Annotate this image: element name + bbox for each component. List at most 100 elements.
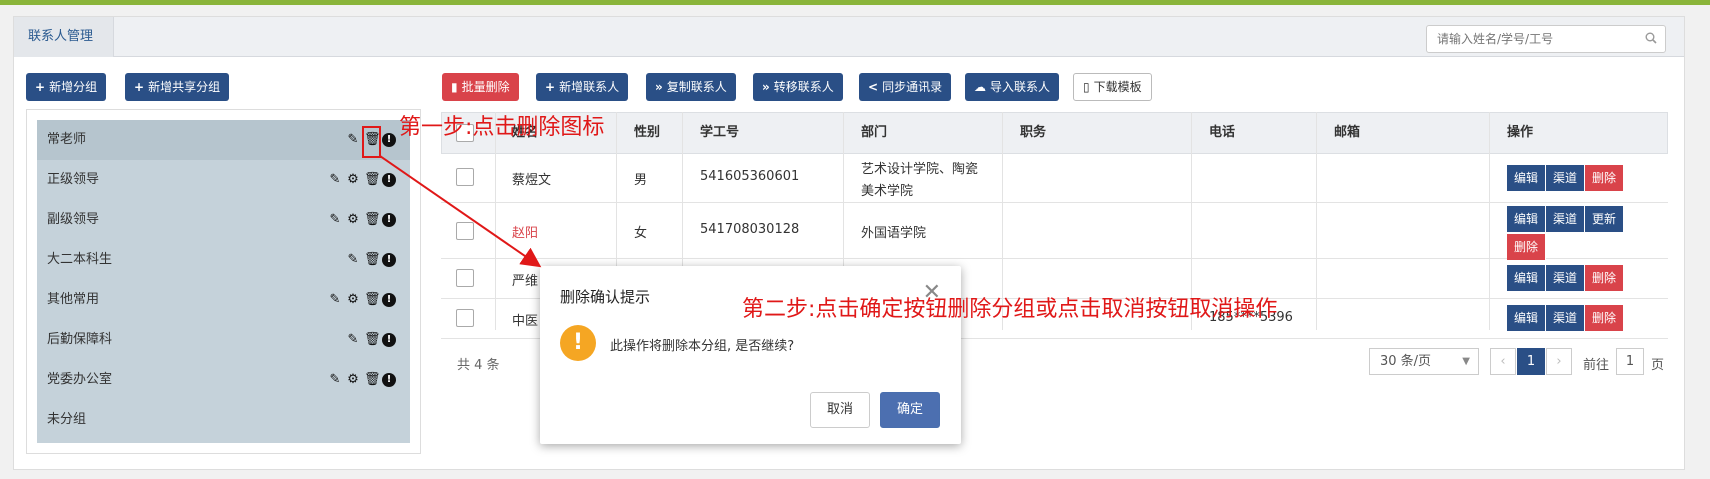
group-name: 常老师 [47, 132, 87, 147]
transfer-contact-button[interactable]: » 转移联系人 [753, 73, 843, 101]
column-header-position[interactable]: 职务 [1020, 112, 1046, 154]
page-size-select[interactable]: 30 条/页 ▼ [1369, 348, 1479, 375]
channel-button[interactable]: 渠道 [1546, 305, 1586, 331]
dialog-title: 删除确认提示 [560, 288, 651, 306]
group-item[interactable]: 后勤保障科 ✎ 🗑! [37, 320, 410, 360]
pencil-icon[interactable]: ✎ [328, 213, 342, 227]
annotation-step1: 第一步:点击删除图标 [399, 115, 605, 140]
add-shared-group-button[interactable]: + 新增共享分组 [125, 73, 230, 101]
column-header-phone[interactable]: 电话 [1209, 112, 1235, 154]
group-item[interactable]: 党委办公室 ✎ ⚙ 🗑! [37, 360, 410, 400]
group-item[interactable]: 副级领导 ✎ ⚙ 🗑! [37, 200, 410, 240]
copy-contact-button[interactable]: » 复制联系人 [646, 73, 736, 101]
pencil-icon[interactable]: ✎ [346, 333, 360, 347]
group-item[interactable]: 其他常用 ✎ ⚙ 🗑! [37, 280, 410, 320]
search-icon[interactable] [1645, 32, 1657, 44]
edit-button[interactable]: 编辑 [1507, 305, 1547, 331]
edit-button[interactable]: 编辑 [1507, 165, 1547, 191]
cell-name: 严维 [512, 274, 539, 289]
annotation-step2: 第二步:点击确定按钮删除分组或点击取消按钮取消操作 [742, 297, 1278, 322]
row-checkbox[interactable] [456, 222, 474, 240]
group-name: 后勤保障科 [47, 332, 113, 347]
group-list: 常老师 ✎ 🗑! 正级领导 ✎ ⚙ 🗑! 副级领导 ✎ ⚙ 🗑! 大二本科生 ✎ 🗑! 其他… [37, 120, 410, 443]
row-checkbox[interactable] [456, 269, 474, 287]
row-actions: 编辑 渠道 更新删除 [1507, 206, 1647, 260]
group-name: 未分组 [47, 412, 87, 427]
info-icon[interactable]: ! [382, 253, 396, 267]
confirm-button[interactable]: 确定 [880, 392, 940, 428]
group-item[interactable]: 大二本科生 ✎ 🗑! [37, 240, 410, 280]
edit-button[interactable]: 编辑 [1507, 206, 1547, 232]
gear-icon[interactable]: ⚙ [346, 373, 360, 387]
file-icon: ▯ [1083, 80, 1090, 94]
double-chevron-icon: » [655, 80, 663, 94]
pencil-icon[interactable]: ✎ [346, 133, 360, 147]
info-icon[interactable]: ! [382, 133, 396, 147]
delete-button[interactable]: 删除 [1585, 265, 1625, 291]
row-actions: 编辑 渠道 删除 [1507, 265, 1647, 291]
cancel-button[interactable]: 取消 [810, 392, 870, 428]
tab-contact-management[interactable]: 联系人管理 [14, 17, 114, 57]
pencil-icon[interactable]: ✎ [328, 293, 342, 307]
gear-icon[interactable]: ⚙ [346, 293, 360, 307]
row-checkbox[interactable] [456, 309, 474, 327]
gear-icon[interactable]: ⚙ [346, 173, 360, 187]
trash-icon: ▮ [451, 80, 458, 94]
info-icon[interactable]: ! [382, 213, 396, 227]
channel-button[interactable]: 渠道 [1546, 206, 1586, 232]
add-contact-button[interactable]: + 新增联系人 [536, 73, 629, 101]
goto-page-input[interactable]: 1 [1616, 348, 1644, 375]
batch-delete-button[interactable]: ▮ 批量删除 [442, 73, 519, 101]
search-box[interactable] [1426, 25, 1666, 53]
group-item[interactable]: 正级领导 ✎ ⚙ 🗑! [37, 160, 410, 200]
cell-name: 中医 [512, 314, 539, 329]
add-group-button[interactable]: + 新增分组 [26, 73, 107, 101]
delete-button[interactable]: 删除 [1585, 165, 1625, 191]
edit-button[interactable]: 编辑 [1507, 265, 1547, 291]
row-checkbox[interactable] [456, 168, 474, 186]
column-header-id[interactable]: 学工号 [700, 112, 739, 154]
group-item[interactable]: 未分组 [37, 400, 410, 440]
sync-contacts-button[interactable]: < 同步通讯录 [859, 73, 952, 101]
cell-gender: 男 [634, 173, 648, 188]
table-header [441, 112, 1668, 154]
info-icon[interactable]: ! [382, 293, 396, 307]
channel-button[interactable]: 渠道 [1546, 265, 1586, 291]
table-row[interactable]: 赵阳 女 541708030128 外国语学院 编辑 渠道 更新 删除 [441, 203, 1668, 260]
share-icon: < [868, 80, 879, 94]
pencil-icon[interactable]: ✎ [328, 173, 342, 187]
trash-icon[interactable]: 🗑 [364, 293, 381, 307]
trash-icon[interactable]: 🗑 [364, 213, 381, 227]
cell-dept-line1: 艺术设计学院、陶瓷 [861, 162, 979, 177]
column-header-gender[interactable]: 性别 [634, 112, 660, 154]
update-button[interactable]: 更新 [1585, 206, 1625, 232]
info-icon[interactable]: ! [382, 333, 396, 347]
column-header-dept[interactable]: 部门 [861, 112, 887, 154]
info-icon[interactable]: ! [382, 373, 396, 387]
search-input[interactable] [1427, 26, 1632, 52]
plus-icon: + [35, 80, 46, 94]
gear-icon[interactable]: ⚙ [346, 213, 360, 227]
info-icon[interactable]: ! [382, 173, 396, 187]
next-page-button[interactable]: › [1546, 348, 1572, 375]
download-template-button[interactable]: ▯ 下载模板 [1073, 73, 1152, 101]
cell-name: 赵阳 [512, 226, 539, 241]
page-number-current[interactable]: 1 [1517, 348, 1545, 375]
chevron-down-icon: ▼ [1462, 356, 1470, 367]
pencil-icon[interactable]: ✎ [328, 373, 342, 387]
trash-icon[interactable]: 🗑 [364, 333, 381, 347]
delete-button[interactable]: 删除 [1507, 234, 1547, 260]
pencil-icon[interactable]: ✎ [346, 253, 360, 267]
double-chevron-icon: » [762, 80, 770, 94]
import-contact-button[interactable]: ☁ 导入联系人 [965, 73, 1060, 101]
delete-button[interactable]: 删除 [1585, 305, 1625, 331]
plus-icon: + [134, 80, 145, 94]
trash-icon[interactable]: 🗑 [364, 173, 381, 187]
trash-icon[interactable]: 🗑 [364, 373, 381, 387]
table-row[interactable]: 蔡煜文 男 541605360601 艺术设计学院、陶瓷 美术学院 编辑 渠道 删除 [441, 154, 1668, 203]
trash-icon[interactable]: 🗑 [364, 253, 381, 267]
column-header-email[interactable]: 邮箱 [1334, 112, 1360, 154]
channel-button[interactable]: 渠道 [1546, 165, 1586, 191]
prev-page-button[interactable]: ‹ [1490, 348, 1516, 375]
group-item[interactable]: 常老师 ✎ 🗑! [37, 120, 410, 160]
